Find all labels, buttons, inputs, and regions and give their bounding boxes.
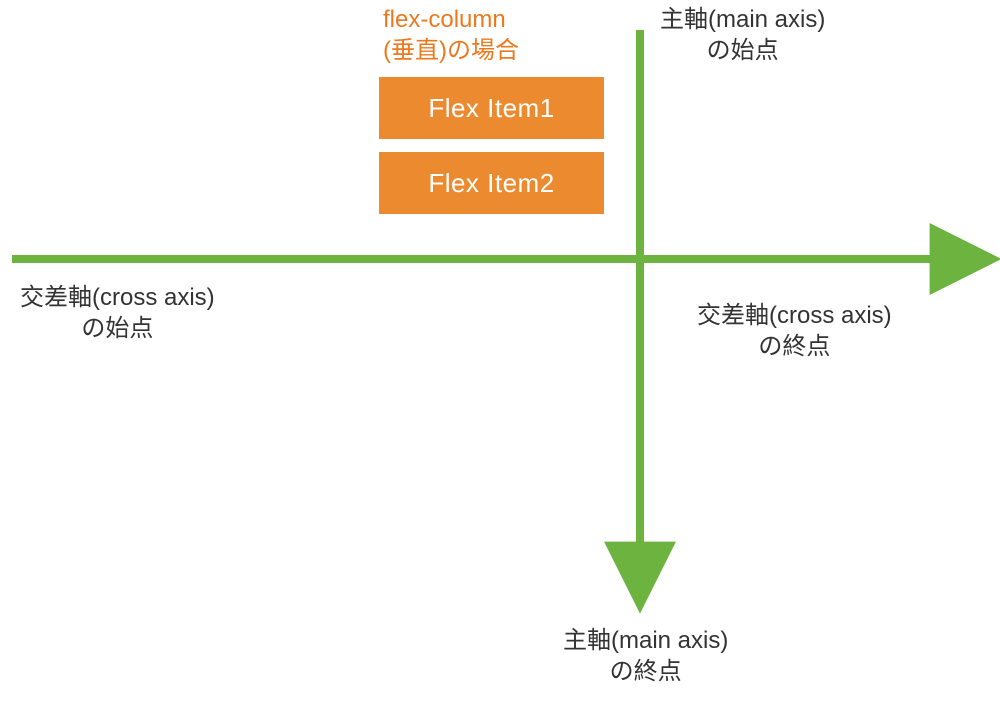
- diagram-title: flex-column (垂直)の場合: [383, 4, 519, 66]
- title-line1: flex-column: [383, 6, 506, 33]
- flex-item-2: Flex Item2: [379, 152, 604, 214]
- title-line2: (垂直)の場合: [383, 37, 519, 64]
- cross-end-line2: の終点: [758, 333, 830, 360]
- cross-end-line1: 交差軸(cross axis): [697, 302, 892, 329]
- flex-item-1-label: Flex Item1: [428, 93, 554, 124]
- cross-start-line2: の始点: [81, 315, 153, 342]
- main-axis-start-label: 主軸(main axis) の始点: [660, 4, 825, 66]
- main-end-line1: 主軸(main axis): [563, 627, 728, 654]
- flex-item-1: Flex Item1: [379, 77, 604, 139]
- main-axis-end-label: 主軸(main axis) の終点: [563, 625, 728, 687]
- flex-item-2-label: Flex Item2: [428, 168, 554, 199]
- cross-start-line1: 交差軸(cross axis): [20, 284, 215, 311]
- cross-axis-end-label: 交差軸(cross axis) の終点: [697, 300, 892, 362]
- main-start-line2: の始点: [707, 37, 779, 64]
- cross-axis-start-label: 交差軸(cross axis) の始点: [20, 282, 215, 344]
- main-end-line2: の終点: [610, 658, 682, 685]
- main-start-line1: 主軸(main axis): [660, 6, 825, 33]
